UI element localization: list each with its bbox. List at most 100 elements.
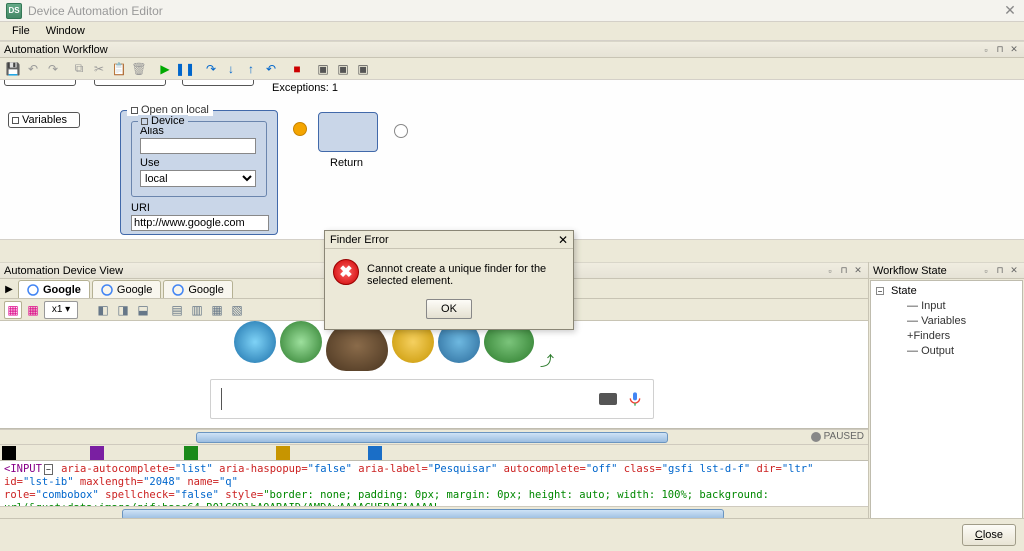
- workflow-panel-title: Automation Workflow: [4, 44, 108, 56]
- workflow-state-header: Workflow State ▫ ⊓ ✕: [869, 262, 1024, 279]
- panel-close-icon[interactable]: ✕: [1008, 44, 1020, 56]
- tab-run-icon[interactable]: ▶: [0, 280, 18, 298]
- paused-indicator: PAUSED: [811, 431, 864, 442]
- viewport-hscroll[interactable]: PAUSED: [0, 429, 868, 444]
- panel-close-icon[interactable]: ✕: [852, 265, 864, 277]
- tool2-icon[interactable]: ◨: [114, 301, 132, 319]
- google-icon: [101, 284, 113, 296]
- grid1-icon[interactable]: ▦: [4, 301, 22, 319]
- panel-dock-icon[interactable]: ▫: [980, 44, 992, 56]
- swatch-yellow[interactable]: [276, 446, 290, 460]
- device-view-title: Automation Device View: [4, 265, 123, 277]
- workflow-canvas[interactable]: Exceptions: 1 Variables Open on local De…: [0, 80, 1024, 240]
- save-icon[interactable]: 💾: [4, 60, 22, 78]
- swatch-blue[interactable]: [368, 446, 382, 460]
- truncated-box-2: [94, 80, 166, 86]
- paste-icon[interactable]: 📋: [110, 60, 128, 78]
- truncated-box-3: [182, 80, 254, 86]
- dialog-close-icon[interactable]: ✕: [558, 233, 568, 247]
- use-select[interactable]: local: [140, 170, 256, 187]
- tree-item-output[interactable]: — Output: [875, 344, 1018, 359]
- return-label: Return: [330, 157, 363, 169]
- dialog-titlebar[interactable]: Finder Error ✕: [325, 231, 573, 249]
- scrollbar-thumb[interactable]: [196, 432, 668, 443]
- swatch-purple[interactable]: [90, 446, 104, 460]
- step-back-icon[interactable]: ↶: [262, 60, 280, 78]
- panel-pin-icon[interactable]: ⊓: [838, 265, 850, 277]
- google-icon: [27, 284, 39, 296]
- element-source-panel[interactable]: <INPUT− aria-autocomplete="list" aria-ha…: [0, 460, 868, 506]
- tree-root-state[interactable]: − State: [875, 284, 1018, 299]
- tree-item-input[interactable]: — Input: [875, 299, 1018, 314]
- keyboard-icon[interactable]: [599, 393, 617, 405]
- ok-button[interactable]: OK: [426, 299, 472, 319]
- step-out-icon[interactable]: ↑: [242, 60, 260, 78]
- pause-icon[interactable]: ❚❚: [176, 60, 194, 78]
- tab-google-2[interactable]: Google: [92, 280, 161, 298]
- uri-input[interactable]: [131, 215, 269, 231]
- play-icon[interactable]: ▶: [156, 60, 174, 78]
- tree-item-variables[interactable]: — Variables: [875, 314, 1018, 329]
- redo-icon[interactable]: ↷: [44, 60, 62, 78]
- menu-file[interactable]: File: [4, 23, 38, 39]
- alias-input[interactable]: [140, 138, 256, 154]
- tree-item-finders[interactable]: +Finders: [875, 329, 1018, 344]
- undo-icon[interactable]: ↶: [24, 60, 42, 78]
- panel-pin-icon[interactable]: ⊓: [994, 44, 1006, 56]
- flow-connector-orange[interactable]: [293, 122, 307, 136]
- step-into-icon[interactable]: ↓: [222, 60, 240, 78]
- browser-viewport[interactable]: ⤴: [0, 321, 868, 429]
- panel-dock-icon[interactable]: ▫: [824, 265, 836, 277]
- expand-icon[interactable]: [12, 117, 19, 124]
- tool6-icon[interactable]: ▦: [208, 301, 226, 319]
- google-search-input[interactable]: [210, 379, 654, 419]
- swatch-green[interactable]: [184, 446, 198, 460]
- tool4-icon[interactable]: ▤: [168, 301, 186, 319]
- frame1-icon[interactable]: ▣: [314, 60, 332, 78]
- error-icon: ✖: [333, 259, 359, 285]
- swatch-black[interactable]: [2, 446, 16, 460]
- flow-connector-out[interactable]: [394, 124, 408, 138]
- frame3-icon[interactable]: ▣: [354, 60, 372, 78]
- collapse-icon[interactable]: [131, 107, 138, 114]
- window-close-icon[interactable]: ✕: [1002, 3, 1018, 19]
- use-label: Use: [140, 157, 258, 169]
- delete-icon[interactable]: 🗑: [130, 60, 148, 78]
- cut-icon[interactable]: ✂: [90, 60, 108, 78]
- zoom-select[interactable]: x1 ▾: [44, 301, 78, 319]
- window-title: Device Automation Editor: [28, 4, 163, 18]
- workflow-panel-header: Automation Workflow ▫ ⊓ ✕: [0, 41, 1024, 58]
- dialog-message: Cannot create a unique finder for the se…: [367, 259, 565, 287]
- stop-icon[interactable]: ■: [288, 60, 306, 78]
- tool5-icon[interactable]: ▥: [188, 301, 206, 319]
- variables-block[interactable]: Variables: [8, 112, 80, 128]
- mic-icon[interactable]: [627, 389, 643, 409]
- titlebar: DS Device Automation Editor ✕: [0, 0, 1024, 22]
- open-on-local-block[interactable]: Open on local Device Alias Use local URI: [120, 110, 278, 235]
- uri-label: URI: [131, 202, 150, 214]
- device-frame: Device Alias Use local: [131, 121, 267, 197]
- tool3-icon[interactable]: ⬓: [134, 301, 152, 319]
- tool7-icon[interactable]: ▧: [228, 301, 246, 319]
- panel-pin-icon[interactable]: ⊓: [994, 265, 1006, 277]
- panel-close-icon[interactable]: ✕: [1008, 265, 1020, 277]
- google-icon: [172, 284, 184, 296]
- workflow-state-panel: Workflow State ▫ ⊓ ✕ − State — Input — V…: [868, 262, 1024, 551]
- expand-icon[interactable]: −: [876, 287, 884, 295]
- tab-google-3[interactable]: Google: [163, 280, 232, 298]
- tab-google-1[interactable]: Google: [18, 280, 90, 298]
- close-button[interactable]: Close: [962, 524, 1016, 546]
- grid2-icon[interactable]: ▦: [24, 301, 42, 319]
- text-cursor: [221, 388, 222, 410]
- copy-icon[interactable]: ⧉: [70, 60, 88, 78]
- workflow-state-tree[interactable]: − State — Input — Variables +Finders — O…: [870, 280, 1023, 550]
- menu-window[interactable]: Window: [38, 23, 93, 39]
- frame2-icon[interactable]: ▣: [334, 60, 352, 78]
- tool1-icon[interactable]: ◧: [94, 301, 112, 319]
- share-icon[interactable]: ⤴: [540, 351, 554, 371]
- panel-dock-icon[interactable]: ▫: [980, 265, 992, 277]
- variables-label: Variables: [22, 114, 67, 126]
- step-over-icon[interactable]: ↷: [202, 60, 220, 78]
- return-block[interactable]: [318, 112, 378, 152]
- collapse-icon[interactable]: [141, 118, 148, 125]
